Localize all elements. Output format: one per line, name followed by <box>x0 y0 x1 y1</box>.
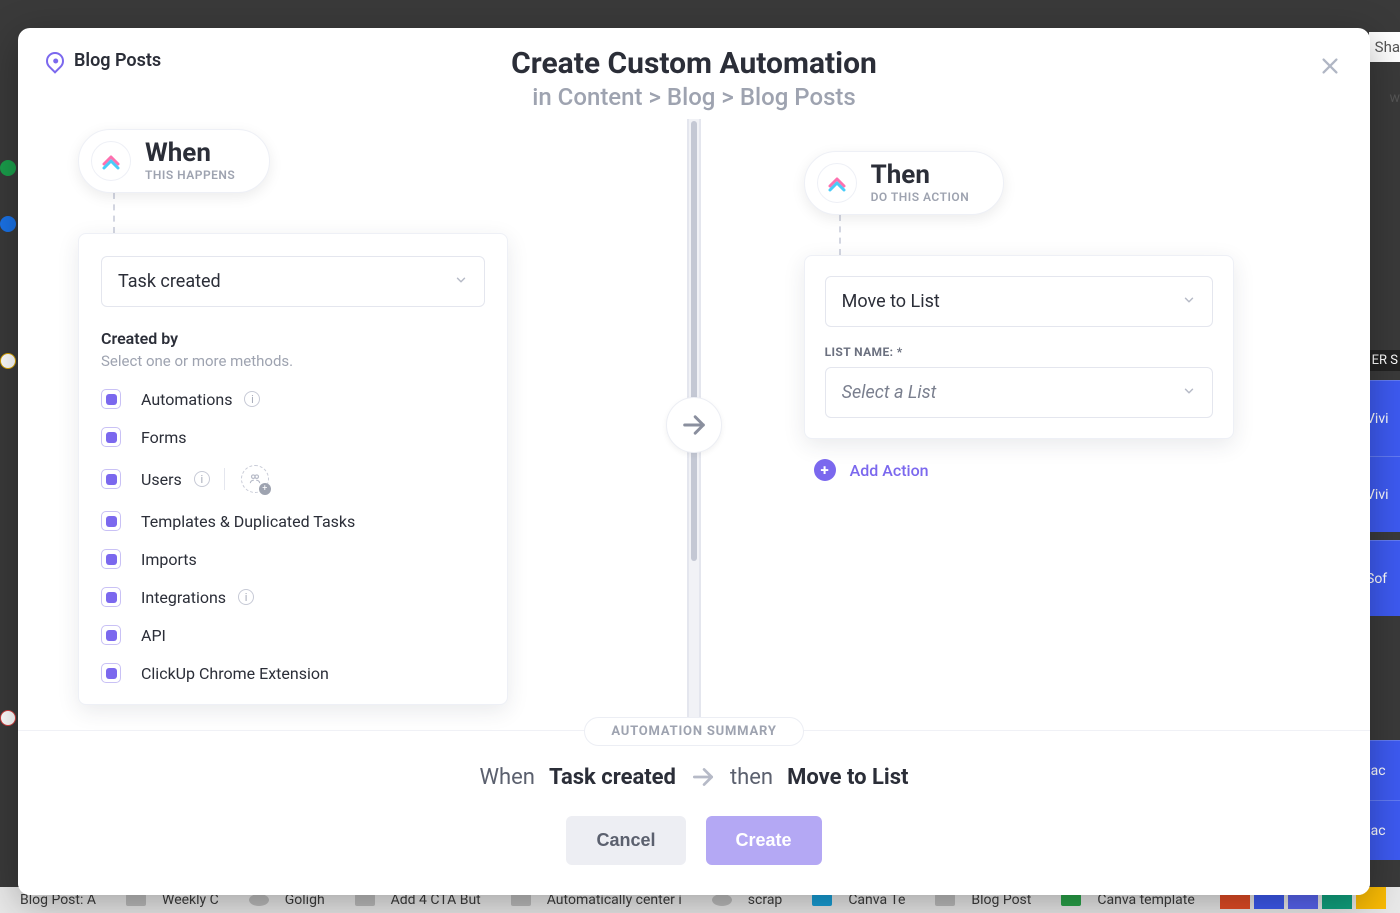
clickup-logo-icon <box>91 141 131 181</box>
method-checkbox[interactable] <box>101 587 121 607</box>
method-label: ClickUp Chrome Extension <box>141 664 329 683</box>
breadcrumb-label: Blog Posts <box>74 50 161 71</box>
chevron-down-icon <box>1182 382 1196 403</box>
method-label: Users <box>141 470 182 489</box>
location-breadcrumb[interactable]: Blog Posts <box>46 50 161 71</box>
method-checkbox[interactable] <box>101 511 121 531</box>
background-dot <box>0 216 16 232</box>
action-select[interactable]: Move to List <box>825 276 1213 327</box>
connector-line <box>839 215 841 255</box>
automation-modal: Blog Posts Create Custom Automation in C… <box>18 28 1370 895</box>
create-button[interactable]: Create <box>706 816 822 865</box>
created-by-label: Created by <box>101 329 485 348</box>
then-column: Then DO THIS ACTION Move to List LIST NA… <box>756 129 1310 730</box>
location-pin-icon <box>42 48 67 73</box>
add-action-button[interactable]: + Add Action <box>814 459 929 481</box>
list-placeholder: Select a List <box>842 382 937 403</box>
modal-footer: AUTOMATION SUMMARY When Task created the… <box>18 730 1370 895</box>
plus-badge-icon: + <box>259 483 271 495</box>
summary-line: When Task created then Move to List <box>480 764 909 790</box>
when-title: When <box>145 140 235 166</box>
background-dot <box>0 353 16 369</box>
background-view-letter: w <box>1389 90 1400 106</box>
clickup-logo-icon <box>817 163 857 203</box>
info-icon[interactable]: i <box>194 471 210 487</box>
when-column: When THIS HAPPENS Task created Created b… <box>78 129 632 730</box>
method-checkbox[interactable] <box>101 625 121 645</box>
summary-pill: AUTOMATION SUMMARY <box>584 717 803 746</box>
method-row-templates: Templates & Duplicated Tasks <box>101 502 485 540</box>
method-row-forms: Forms <box>101 418 485 456</box>
method-label: Forms <box>141 428 187 447</box>
action-selected-value: Move to List <box>842 291 940 312</box>
method-row-automations: Automations i <box>101 380 485 418</box>
connector-line <box>113 193 115 233</box>
add-user-button[interactable]: + <box>241 465 269 493</box>
background-header-right: ER S <box>1370 350 1400 371</box>
flow-arrow-icon <box>666 397 722 453</box>
method-row-users: Users i + <box>101 456 485 502</box>
then-card: Move to List LIST NAME: * Select a List <box>804 255 1234 439</box>
list-name-label: LIST NAME: * <box>825 345 1213 359</box>
method-row-integrations: Integrations i <box>101 578 485 616</box>
list-select[interactable]: Select a List <box>825 367 1213 418</box>
method-checkbox[interactable] <box>101 663 121 683</box>
info-icon[interactable]: i <box>238 589 254 605</box>
info-icon[interactable]: i <box>244 391 260 407</box>
scroll-thumb[interactable] <box>691 121 697 561</box>
method-row-api: API <box>101 616 485 654</box>
chevron-down-icon <box>1182 291 1196 312</box>
modal-body: When THIS HAPPENS Task created Created b… <box>18 119 1370 730</box>
method-label: Templates & Duplicated Tasks <box>141 512 355 531</box>
method-row-chrome-ext: ClickUp Chrome Extension <box>101 654 485 692</box>
background-dot <box>0 710 16 726</box>
chevron-down-icon <box>454 271 468 292</box>
close-button[interactable] <box>1316 52 1344 80</box>
close-icon <box>1319 55 1341 77</box>
method-label: Automations <box>141 390 232 409</box>
trigger-select[interactable]: Task created <box>101 256 485 307</box>
background-dot <box>0 160 16 176</box>
modal-subtitle: in Content > Blog > Blog Posts <box>46 83 1342 111</box>
method-checkbox[interactable] <box>101 427 121 447</box>
cancel-button[interactable]: Cancel <box>566 816 685 865</box>
then-header-pill: Then DO THIS ACTION <box>804 151 1005 215</box>
method-row-imports: Imports <box>101 540 485 578</box>
modal-header: Blog Posts Create Custom Automation in C… <box>18 28 1370 119</box>
method-checkbox[interactable] <box>101 549 121 569</box>
when-header-pill: When THIS HAPPENS <box>78 129 270 193</box>
add-action-label: Add Action <box>850 461 929 480</box>
trigger-selected-value: Task created <box>118 271 221 292</box>
modal-title: Create Custom Automation <box>46 46 1342 81</box>
method-checkbox[interactable] <box>101 469 121 489</box>
method-label: Integrations <box>141 588 226 607</box>
method-label: API <box>141 626 166 645</box>
arrow-right-icon <box>690 764 716 790</box>
background-share-text: Sha <box>1369 32 1400 62</box>
method-checkbox[interactable] <box>101 389 121 409</box>
then-title: Then <box>871 162 970 188</box>
when-card: Task created Created by Select one or mo… <box>78 233 508 705</box>
created-by-hint: Select one or more methods. <box>101 352 485 370</box>
then-subtitle: DO THIS ACTION <box>871 190 970 204</box>
plus-circle-icon: + <box>814 459 836 481</box>
when-subtitle: THIS HAPPENS <box>145 168 235 182</box>
divider <box>224 468 225 490</box>
method-label: Imports <box>141 550 197 569</box>
